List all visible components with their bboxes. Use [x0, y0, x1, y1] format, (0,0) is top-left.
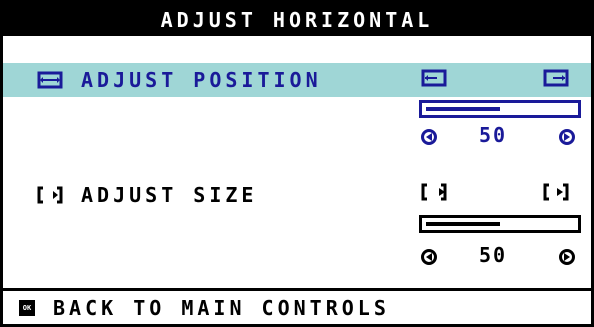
position-decrease-icon[interactable] — [421, 129, 437, 145]
size-slider-fill — [426, 222, 500, 226]
position-right-icon — [543, 69, 569, 91]
adjust-position-label: ADJUST POSITION — [81, 68, 322, 92]
back-to-main-controls[interactable]: OK BACK TO MAIN CONTROLS — [3, 288, 591, 324]
horizontal-size-icon — [37, 186, 63, 204]
size-wide-icon — [543, 183, 569, 205]
position-left-icon — [421, 69, 447, 91]
ok-icon: OK — [19, 299, 35, 316]
position-value: 50 — [479, 123, 508, 147]
size-slider[interactable] — [419, 215, 581, 233]
position-slider[interactable] — [419, 100, 581, 118]
size-decrease-icon[interactable] — [421, 249, 437, 265]
menu-title: ADJUST HORIZONTAL — [3, 3, 591, 36]
osd-menu: ADJUST HORIZONTAL ADJUST POSITION 50 ADJ… — [0, 0, 594, 327]
size-increase-icon[interactable] — [559, 249, 575, 265]
adjust-size-label: ADJUST SIZE — [81, 183, 258, 207]
horizontal-position-icon — [37, 71, 63, 89]
back-to-main-label: BACK TO MAIN CONTROLS — [53, 295, 390, 320]
adjust-position-item[interactable]: ADJUST POSITION — [37, 65, 322, 95]
size-value: 50 — [479, 243, 508, 267]
adjust-size-item[interactable]: ADJUST SIZE — [37, 180, 257, 210]
size-narrow-icon — [421, 183, 447, 205]
position-increase-icon[interactable] — [559, 129, 575, 145]
position-slider-fill — [426, 107, 500, 111]
